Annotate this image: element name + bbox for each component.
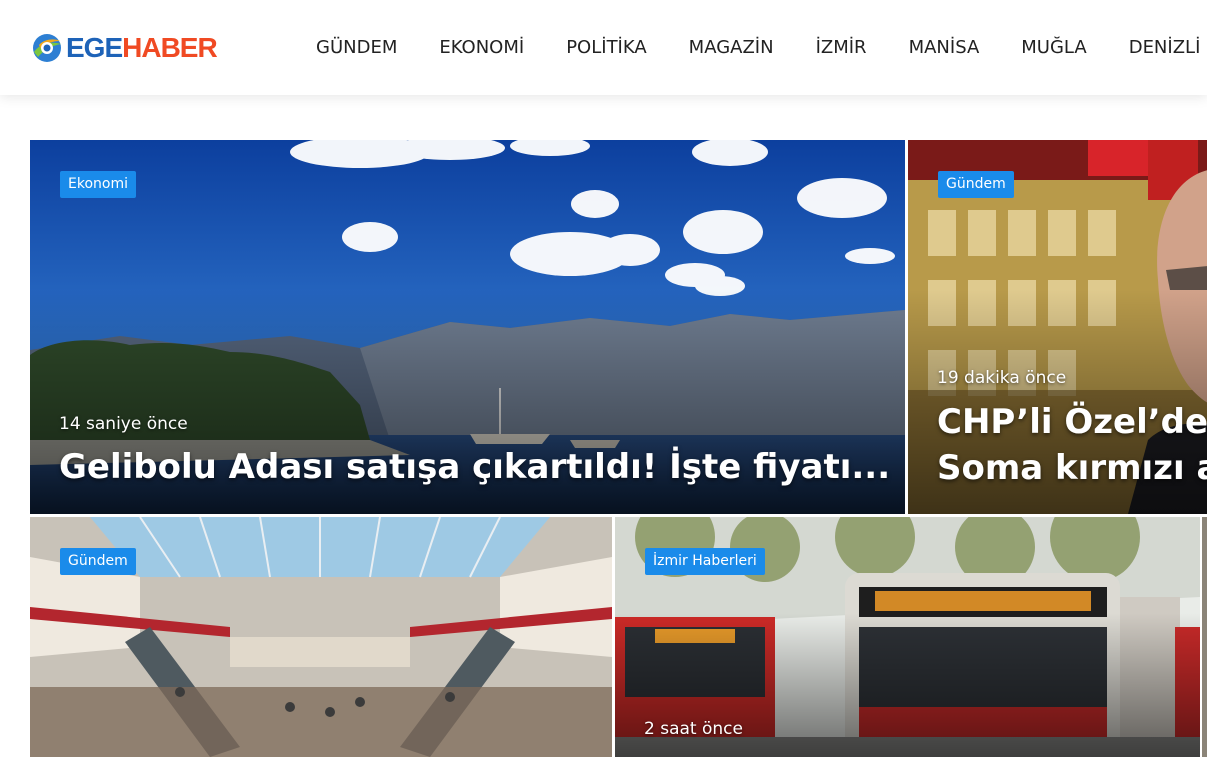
news-card-featured[interactable]: Ekonomi 14 saniye önce Gelibolu Adası sa… [30, 140, 905, 514]
news-title[interactable]: Gelibolu Adası satışa çıkartıldı! İşte f… [59, 445, 890, 489]
logo-text-ege: EGE [66, 32, 123, 63]
news-card-partial[interactable] [1202, 517, 1207, 757]
news-title-line1[interactable]: CHP’li Özel’den [937, 400, 1207, 444]
nav-gundem[interactable]: GÜNDEM [316, 37, 397, 58]
category-badge[interactable]: Gündem [938, 171, 1014, 198]
news-time: 14 saniye önce [59, 414, 188, 434]
nav-izmir[interactable]: İZMİR [816, 37, 867, 58]
category-badge[interactable]: Gündem [60, 548, 136, 575]
nav-manisa[interactable]: MANİSA [909, 37, 980, 58]
nav-magazin[interactable]: MAGAZİN [689, 37, 774, 58]
news-time: 19 dakika önce [937, 368, 1067, 388]
category-badge[interactable]: İzmir Haberleri [645, 548, 765, 575]
news-image-partial [1202, 517, 1207, 757]
news-time: 2 saat önce [644, 719, 743, 739]
site-logo[interactable]: EGEHABER [30, 28, 218, 68]
logo-mark-icon [33, 34, 61, 62]
news-card-side[interactable]: Gündem 19 dakika önce CHP’li Özel’den So… [908, 140, 1207, 514]
news-card-buses[interactable]: İzmir Haberleri 2 saat önce [615, 517, 1200, 757]
site-header: EGEHABER GÜNDEM EKONOMİ POLİTİKA MAGAZİN… [0, 0, 1207, 95]
main-nav: GÜNDEM EKONOMİ POLİTİKA MAGAZİN İZMİR MA… [316, 0, 1207, 95]
news-card-mall[interactable]: Gündem [30, 517, 612, 757]
nav-politika[interactable]: POLİTİKA [566, 37, 646, 58]
news-title-line2[interactable]: Soma kırmızı alarm [937, 446, 1207, 490]
category-badge[interactable]: Ekonomi [60, 171, 136, 198]
logo-wordmark: EGEHABER [66, 32, 218, 64]
nav-denizli[interactable]: DENİZLİ [1129, 37, 1201, 58]
nav-ekonomi[interactable]: EKONOMİ [439, 37, 524, 58]
logo-text-haber: HABER [122, 32, 218, 63]
nav-mugla[interactable]: MUĞLA [1021, 37, 1086, 58]
